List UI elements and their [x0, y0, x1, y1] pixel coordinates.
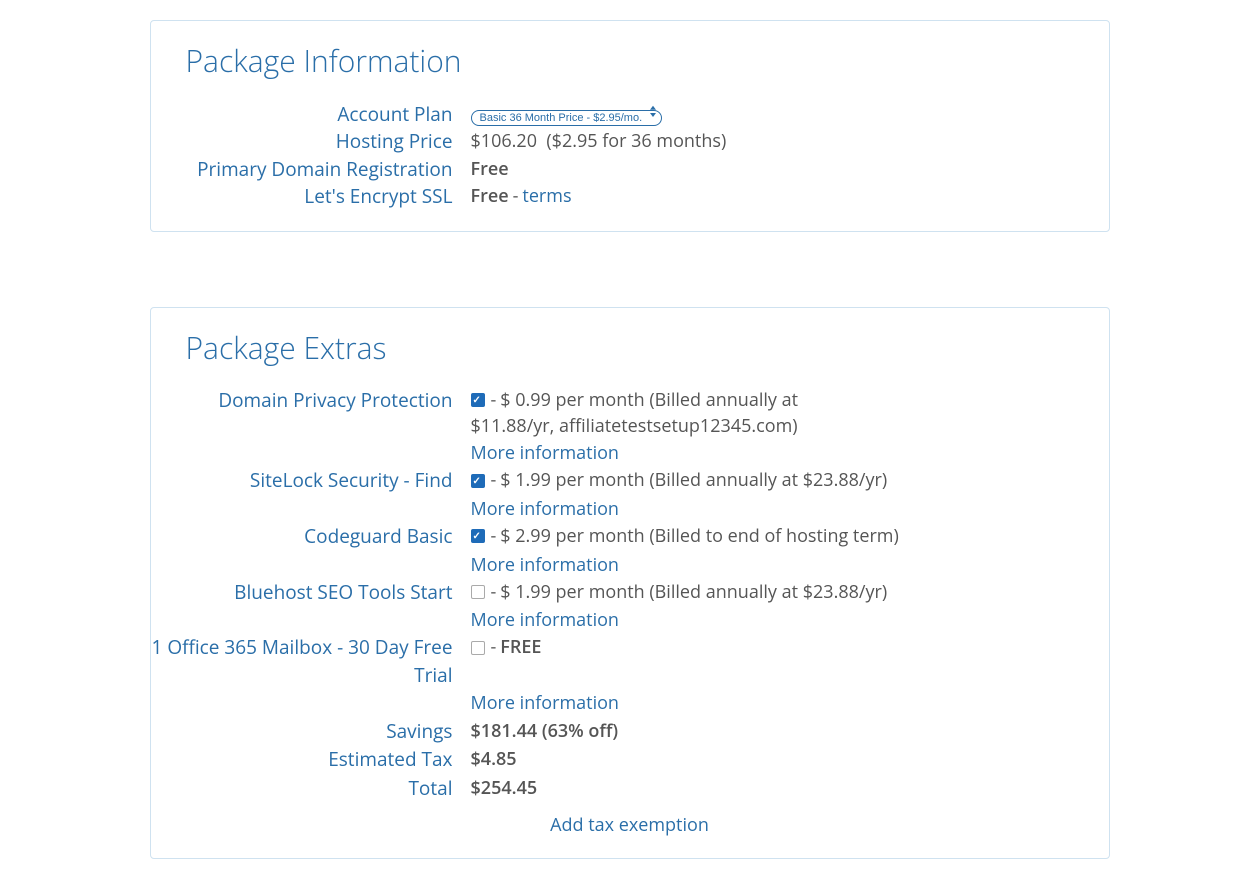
extra-seo-label: Bluehost SEO Tools Start: [151, 579, 471, 607]
sitelock-detail: $ 1.99 per month (Billed annually at $23…: [500, 468, 887, 492]
domain-registration-label: Primary Domain Registration: [151, 156, 471, 184]
codeguard-detail: $ 2.99 per month (Billed to end of hosti…: [500, 524, 899, 548]
package-extras-card: Package Extras Domain Privacy Protection…: [150, 307, 1110, 860]
total-row: Total $254.45: [151, 775, 1109, 803]
hosting-price-label: Hosting Price: [151, 128, 471, 156]
hosting-price-row: Hosting Price $106.20 ($2.95 for 36 mont…: [151, 128, 1109, 156]
ssl-label: Let's Encrypt SSL: [151, 183, 471, 211]
total-label: Total: [151, 775, 471, 803]
sitelock-checkbox[interactable]: [471, 474, 485, 488]
tax-value: $4.85: [471, 747, 517, 771]
ssl-value: Free: [471, 184, 509, 208]
hosting-price-value: $106.20 ($2.95 for 36 months): [471, 128, 1109, 154]
privacy-more-info-link[interactable]: More information: [471, 441, 619, 465]
seo-checkbox[interactable]: [471, 585, 485, 599]
extra-office365-label: 1 Office 365 Mailbox - 30 Day Free Trial: [151, 634, 471, 689]
add-tax-exemption-link[interactable]: Add tax exemption: [151, 812, 1109, 838]
tax-label: Estimated Tax: [151, 746, 471, 774]
savings-label: Savings: [151, 718, 471, 746]
privacy-checkbox[interactable]: [471, 393, 485, 407]
office365-detail: FREE: [500, 635, 541, 659]
package-information-heading: Package Information: [186, 39, 1109, 83]
account-plan-row: Account Plan Basic 36 Month Price - $2.9…: [151, 101, 1109, 129]
account-plan-select-wrap: Basic 36 Month Price - $2.95/mo.: [471, 102, 662, 128]
package-information-card: Package Information Account Plan Basic 3…: [150, 20, 1110, 232]
total-value: $254.45: [471, 776, 538, 800]
account-plan-label: Account Plan: [151, 101, 471, 129]
extra-sitelock-row: SiteLock Security - Find -$ 1.99 per mon…: [151, 467, 1109, 495]
domain-registration-value: Free: [471, 157, 509, 181]
codeguard-more-info-link[interactable]: More information: [471, 553, 619, 577]
sitelock-more-info-link[interactable]: More information: [471, 497, 619, 521]
extra-sitelock-label: SiteLock Security - Find: [151, 467, 471, 495]
office365-more-info-link[interactable]: More information: [471, 691, 619, 715]
codeguard-checkbox[interactable]: [471, 529, 485, 543]
office365-checkbox[interactable]: [471, 641, 485, 655]
domain-registration-row: Primary Domain Registration Free: [151, 156, 1109, 184]
extra-codeguard-label: Codeguard Basic: [151, 523, 471, 551]
tax-row: Estimated Tax $4.85: [151, 746, 1109, 774]
ssl-row: Let's Encrypt SSL Free-terms: [151, 183, 1109, 211]
ssl-terms-link[interactable]: terms: [522, 184, 571, 208]
extra-privacy-row: Domain Privacy Protection -$ 0.99 per mo…: [151, 387, 1109, 439]
extra-codeguard-row: Codeguard Basic -$ 2.99 per month (Bille…: [151, 523, 1109, 551]
seo-more-info-link[interactable]: More information: [471, 608, 619, 632]
privacy-detail: $ 0.99 per month (Billed annually at $11…: [471, 388, 799, 438]
extra-office365-row: 1 Office 365 Mailbox - 30 Day Free Trial…: [151, 634, 1109, 689]
extra-privacy-label: Domain Privacy Protection: [151, 387, 471, 415]
package-extras-heading: Package Extras: [186, 326, 1109, 370]
savings-row: Savings $181.44 (63% off): [151, 718, 1109, 746]
seo-detail: $ 1.99 per month (Billed annually at $23…: [500, 580, 887, 604]
extra-seo-row: Bluehost SEO Tools Start -$ 1.99 per mon…: [151, 579, 1109, 607]
savings-value: $181.44 (63% off): [471, 719, 619, 743]
account-plan-select[interactable]: Basic 36 Month Price - $2.95/mo.: [471, 110, 662, 126]
